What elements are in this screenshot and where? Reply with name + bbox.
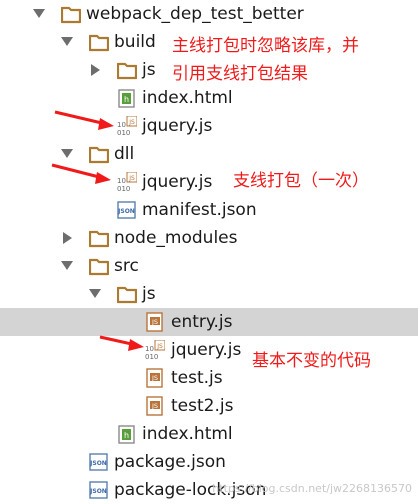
arrow-icon <box>99 335 144 351</box>
arrow-icon <box>51 163 111 184</box>
annotation-build-line1: 主线打包时忽略该库，并 <box>172 36 359 56</box>
arrow-icon <box>54 110 114 130</box>
annotation-src: 基本不变的代码 <box>252 351 371 371</box>
annotation-dll: 支线打包（一次） <box>233 171 369 191</box>
annotation-build-line2: 引用支线打包结果 <box>172 64 308 84</box>
watermark: https://blog.csdn.net/jw2268136570 <box>212 482 412 495</box>
